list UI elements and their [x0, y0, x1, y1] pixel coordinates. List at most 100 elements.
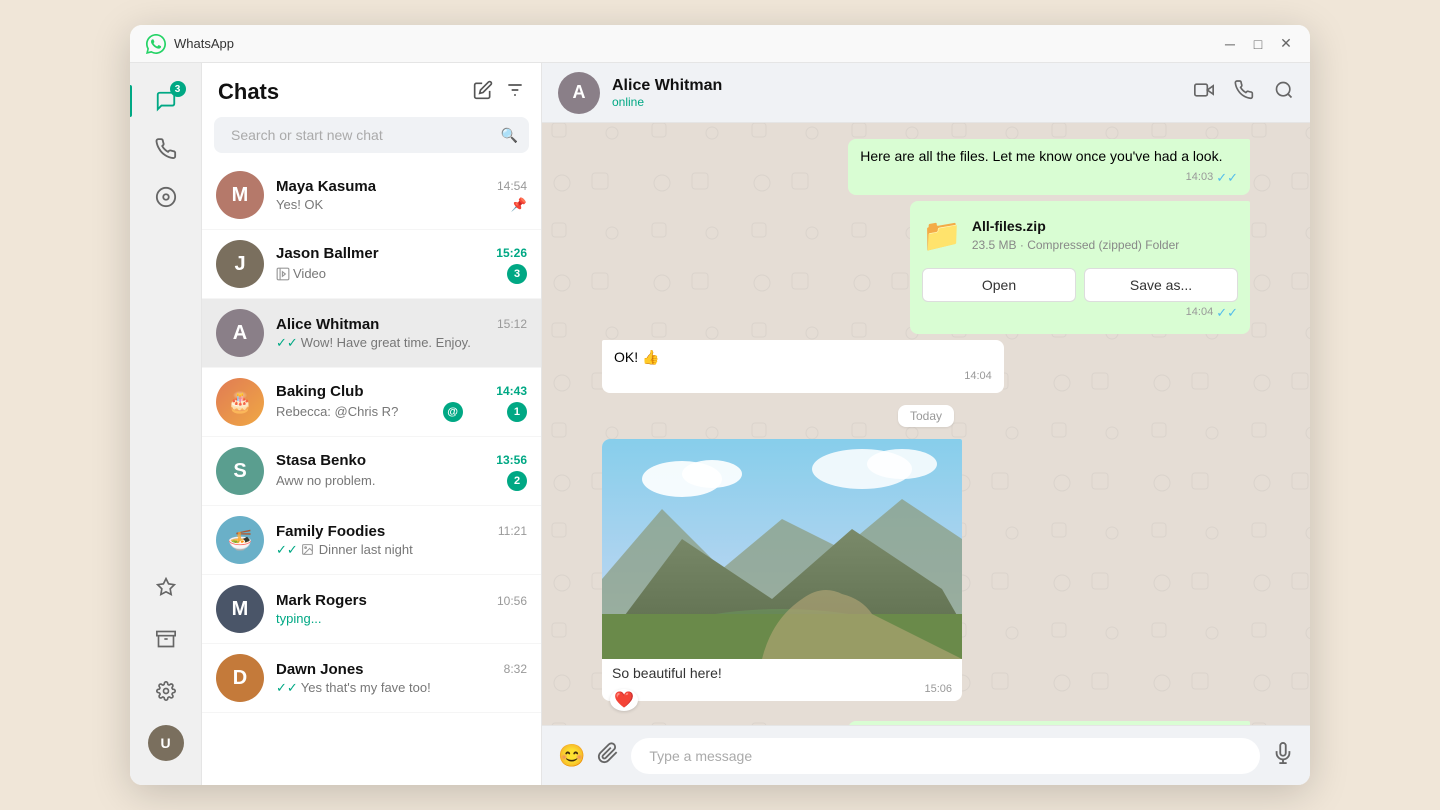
- chat-preview-stasa: Aww no problem.: [276, 473, 375, 488]
- sidebar-header: Chats: [202, 63, 541, 113]
- message-m4: So beautiful here! 15:06 ❤️: [602, 439, 982, 701]
- chat-item-baking[interactable]: 🎂 Baking Club 14:43 Rebecca: @Chris R? @…: [202, 368, 541, 437]
- chat-time-alice: 15:12: [497, 317, 527, 331]
- message-input[interactable]: [631, 738, 1260, 774]
- chat-time-mark: 10:56: [497, 594, 527, 608]
- message-m2: 📁 All-files.zip 23.5 MB · Compressed (zi…: [910, 201, 1250, 334]
- chat-time-dawn: 8:32: [504, 662, 527, 676]
- minimize-button[interactable]: ─: [1222, 36, 1238, 52]
- chat-info-family: Family Foodies 11:21 ✓✓ Dinner last nigh…: [276, 523, 527, 558]
- avatar-family: 🍜: [216, 516, 264, 564]
- chat-item-stasa[interactable]: S Stasa Benko 13:56 Aww no problem. 2: [202, 437, 541, 506]
- close-button[interactable]: ✕: [1278, 36, 1294, 52]
- message-time-m3: 14:04: [964, 369, 992, 384]
- avatar-jason: J: [216, 240, 264, 288]
- left-nav: 3 U: [130, 63, 202, 785]
- whatsapp-logo: [146, 34, 166, 54]
- search-bar[interactable]: 🔍: [214, 117, 529, 153]
- open-file-button[interactable]: Open: [922, 268, 1076, 302]
- chat-name-stasa: Stasa Benko: [276, 452, 366, 469]
- avatar-baking: 🎂: [216, 378, 264, 426]
- attach-button[interactable]: [597, 742, 619, 770]
- nav-bottom: U: [144, 565, 188, 769]
- chat-item-family[interactable]: 🍜 Family Foodies 11:21 ✓✓ Dinner last ni…: [202, 506, 541, 575]
- chat-list: M Maya Kasuma 14:54 Yes! OK 📌: [202, 161, 541, 785]
- chat-input-bar: 😊: [542, 725, 1310, 785]
- chat-header-actions: [1194, 80, 1294, 105]
- chat-area: A Alice Whitman online: [542, 63, 1310, 785]
- file-actions-m2: Open Save as...: [922, 268, 1238, 302]
- emoji-button[interactable]: 😊: [558, 743, 585, 769]
- chat-time-family: 11:21: [498, 524, 527, 538]
- unread-badge-stasa: 2: [507, 471, 527, 491]
- chat-item-alice[interactable]: A Alice Whitman 15:12 ✓✓ Wow! Have great…: [202, 299, 541, 368]
- chat-info-alice: Alice Whitman 15:12 ✓✓ Wow! Have great t…: [276, 316, 527, 351]
- chat-info-mark: Mark Rogers 10:56 typing...: [276, 592, 527, 626]
- message-time-m4: 15:06: [924, 683, 952, 695]
- nav-item-starred[interactable]: [144, 565, 188, 609]
- tick-m1: ✓✓: [1216, 169, 1238, 187]
- chat-time-jason: 15:26: [496, 246, 527, 260]
- message-time-m2: 14:04: [1186, 305, 1214, 320]
- chat-item-jason[interactable]: J Jason Ballmer 15:26 Video 3: [202, 230, 541, 299]
- message-time-m1: 14:03: [1186, 170, 1214, 185]
- date-divider: Today: [602, 405, 1250, 427]
- chat-item-dawn[interactable]: D Dawn Jones 8:32 ✓✓ Yes that's my fave …: [202, 644, 541, 713]
- chat-preview-dawn: ✓✓ Yes that's my fave too!: [276, 680, 431, 696]
- bubble-content-m3: OK! 👍 14:04: [602, 340, 1004, 393]
- file-size-m2: 23.5 MB · Compressed (zipped) Folder: [972, 237, 1238, 254]
- chat-preview-mark: typing...: [276, 611, 322, 626]
- chat-name-alice: Alice Whitman: [276, 316, 379, 333]
- voice-call-button[interactable]: [1234, 80, 1254, 105]
- chat-info-baking: Baking Club 14:43 Rebecca: @Chris R? @ 1: [276, 383, 527, 422]
- chat-header-info: Alice Whitman online: [612, 77, 1194, 109]
- chat-name-family: Family Foodies: [276, 523, 385, 540]
- app-body: 3 U: [130, 63, 1310, 785]
- image-caption-m4: So beautiful here! 15:06: [602, 659, 962, 701]
- image-container-m4: [602, 439, 962, 659]
- file-details-m2: All-files.zip 23.5 MB · Compressed (zipp…: [972, 217, 1238, 253]
- filter-button[interactable]: [505, 80, 525, 105]
- voice-message-button[interactable]: [1272, 742, 1294, 770]
- chat-info-maya: Maya Kasuma 14:54 Yes! OK 📌: [276, 178, 527, 213]
- search-chat-button[interactable]: [1274, 80, 1294, 105]
- nav-item-chats[interactable]: 3: [144, 79, 188, 123]
- new-chat-button[interactable]: [473, 80, 493, 105]
- chat-name-baking: Baking Club: [276, 383, 364, 400]
- chats-badge: 3: [170, 81, 186, 97]
- nav-item-calls[interactable]: [144, 127, 188, 171]
- search-icon: 🔍: [501, 127, 518, 144]
- message-text-m3: OK! 👍: [614, 349, 659, 365]
- maximize-button[interactable]: □: [1250, 36, 1266, 52]
- chat-header-name: Alice Whitman: [612, 77, 1194, 95]
- chat-item-maya[interactable]: M Maya Kasuma 14:54 Yes! OK 📌: [202, 161, 541, 230]
- app-window: WhatsApp ─ □ ✕ 3: [130, 25, 1310, 785]
- app-title: WhatsApp: [174, 36, 1222, 51]
- nav-item-status[interactable]: [144, 175, 188, 219]
- nav-item-settings[interactable]: [144, 669, 188, 713]
- chat-preview-maya: Yes! OK: [276, 197, 323, 212]
- chat-info-jason: Jason Ballmer 15:26 Video 3: [276, 245, 527, 284]
- chat-preview-family: ✓✓ Dinner last night: [276, 542, 413, 558]
- chat-name-mark: Mark Rogers: [276, 592, 367, 609]
- message-m1: Here are all the files. Let me know once…: [848, 139, 1250, 195]
- chat-preview-baking: Rebecca: @Chris R?: [276, 404, 398, 419]
- video-call-button[interactable]: [1194, 80, 1214, 105]
- sidebar-title: Chats: [218, 79, 279, 105]
- landscape-image: [602, 439, 962, 659]
- nav-item-archived[interactable]: [144, 617, 188, 661]
- avatar-stasa: S: [216, 447, 264, 495]
- chat-name-dawn: Dawn Jones: [276, 661, 364, 678]
- search-input[interactable]: [225, 118, 501, 152]
- chat-item-mark[interactable]: M Mark Rogers 10:56 typing...: [202, 575, 541, 644]
- file-bubble-m2: 📁 All-files.zip 23.5 MB · Compressed (zi…: [910, 201, 1250, 334]
- nav-item-profile[interactable]: U: [144, 721, 188, 765]
- file-name-m2: All-files.zip: [972, 217, 1238, 237]
- chat-header-status: online: [612, 95, 1194, 109]
- avatar-mark: M: [216, 585, 264, 633]
- pin-icon-maya: 📌: [511, 197, 527, 213]
- sidebar-header-icons: [473, 80, 525, 105]
- save-file-button[interactable]: Save as...: [1084, 268, 1238, 302]
- chat-name-jason: Jason Ballmer: [276, 245, 379, 262]
- chat-preview-alice: ✓✓ Wow! Have great time. Enjoy.: [276, 335, 471, 351]
